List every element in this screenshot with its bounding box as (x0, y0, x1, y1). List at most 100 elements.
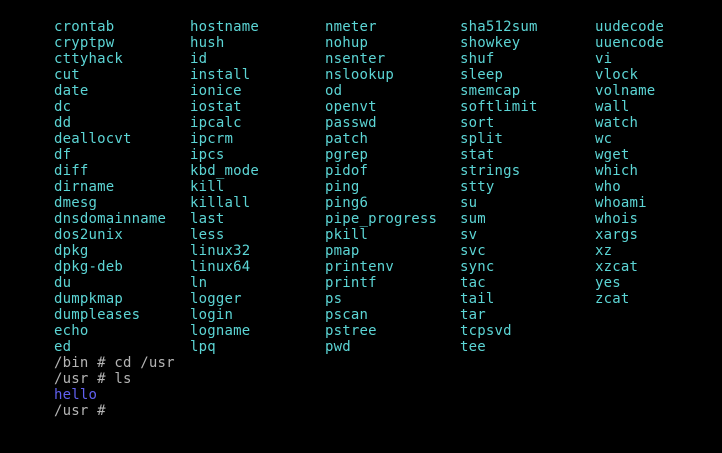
command-name: printf (325, 275, 377, 291)
command-name: wall (595, 99, 630, 115)
command-name: dc (54, 99, 72, 115)
command-name: nslookup (325, 67, 395, 83)
command-name: pmap (325, 243, 360, 259)
command-name: login (190, 307, 234, 323)
command-name: nmeter (325, 19, 377, 35)
command-name: sum (460, 211, 486, 227)
command-name: dd (54, 115, 72, 131)
command-name: install (190, 67, 251, 83)
command-name: less (190, 227, 225, 243)
command-name: cryptpw (54, 35, 115, 51)
command-name: patch (325, 131, 369, 147)
command-name: iostat (190, 99, 242, 115)
command-name: smemcap (460, 83, 521, 99)
command-name: pwd (325, 339, 351, 355)
command-name: softlimit (460, 99, 538, 115)
command-name: watch (595, 115, 639, 131)
command-name: echo (54, 323, 89, 339)
command-name: ping (325, 179, 360, 195)
command-name: tail (460, 291, 495, 307)
command-name: dmesg (54, 195, 98, 211)
terminal-screen[interactable]: crontab cryptpw cttyhack cut date dc dd dealloc… (0, 0, 722, 453)
command-name: strings (460, 163, 521, 179)
command-name: linux32 (190, 243, 251, 259)
command-name: sort (460, 115, 495, 131)
command-name: svc (460, 243, 486, 259)
command-name: logname (190, 323, 251, 339)
command-name: kbd_mode (190, 163, 260, 179)
prompt-line: /usr # ls (54, 371, 132, 387)
command-name: date (54, 83, 89, 99)
command-name: dumpleases (54, 307, 141, 323)
command-name: xargs (595, 227, 639, 243)
command-name: xzcat (595, 259, 639, 275)
command-name: pscan (325, 307, 369, 323)
command-name: tcpsvd (460, 323, 512, 339)
command-name: linux64 (190, 259, 251, 275)
command-name: hush (190, 35, 225, 51)
command-name: zcat (595, 291, 630, 307)
command-name: dpkg (54, 243, 89, 259)
command-name: dumpkmap (54, 291, 124, 307)
command-name: kill (190, 179, 225, 195)
command-name: dnsdomainname (54, 211, 167, 227)
command-name: diff (54, 163, 89, 179)
command-name: pidof (325, 163, 369, 179)
command-name: cut (54, 67, 80, 83)
command-name: nohup (325, 35, 369, 51)
ls-output-entry: hello (54, 387, 98, 403)
command-name: ed (54, 339, 72, 355)
command-name: killall (190, 195, 251, 211)
command-name: pipe_progress (325, 211, 438, 227)
command-name: df (54, 147, 72, 163)
command-name: whoami (595, 195, 647, 211)
command-name: volname (595, 83, 656, 99)
command-name: printenv (325, 259, 395, 275)
command-name: tee (460, 339, 486, 355)
command-name: wget (595, 147, 630, 163)
command-name: dpkg-deb (54, 259, 124, 275)
command-name: ipcrm (190, 131, 234, 147)
command-name: lpq (190, 339, 216, 355)
command-name: last (190, 211, 225, 227)
command-name: id (190, 51, 208, 67)
command-name: pstree (325, 323, 377, 339)
command-name: tar (460, 307, 486, 323)
command-name: pkill (325, 227, 369, 243)
command-name: cttyhack (54, 51, 124, 67)
command-name: deallocvt (54, 131, 132, 147)
command-name: dos2unix (54, 227, 124, 243)
prompt-line: /bin # cd /usr (54, 355, 175, 371)
command-name: ionice (190, 83, 242, 99)
command-name: dirname (54, 179, 115, 195)
command-name: crontab (54, 19, 115, 35)
command-name: sync (460, 259, 495, 275)
command-name: sha512sum (460, 19, 538, 35)
command-name: hostname (190, 19, 260, 35)
command-name: showkey (460, 35, 521, 51)
command-name: sleep (460, 67, 504, 83)
command-name: vi (595, 51, 613, 67)
command-name: nsenter (325, 51, 386, 67)
command-name: ln (190, 275, 208, 291)
command-name: yes (595, 275, 621, 291)
command-name: which (595, 163, 639, 179)
command-name: split (460, 131, 504, 147)
command-name: ipcs (190, 147, 225, 163)
command-name: tac (460, 275, 486, 291)
command-name: wc (595, 131, 613, 147)
command-name: shuf (460, 51, 495, 67)
command-name: sv (460, 227, 478, 243)
command-name: od (325, 83, 343, 99)
command-name: ping6 (325, 195, 369, 211)
command-name: openvt (325, 99, 377, 115)
prompt-line: /usr # (54, 403, 106, 419)
command-name: logger (190, 291, 242, 307)
command-name: xz (595, 243, 613, 259)
command-name: du (54, 275, 72, 291)
command-name: who (595, 179, 621, 195)
command-name: ipcalc (190, 115, 242, 131)
command-name: uuencode (595, 35, 665, 51)
command-name: stty (460, 179, 495, 195)
command-name: vlock (595, 67, 639, 83)
